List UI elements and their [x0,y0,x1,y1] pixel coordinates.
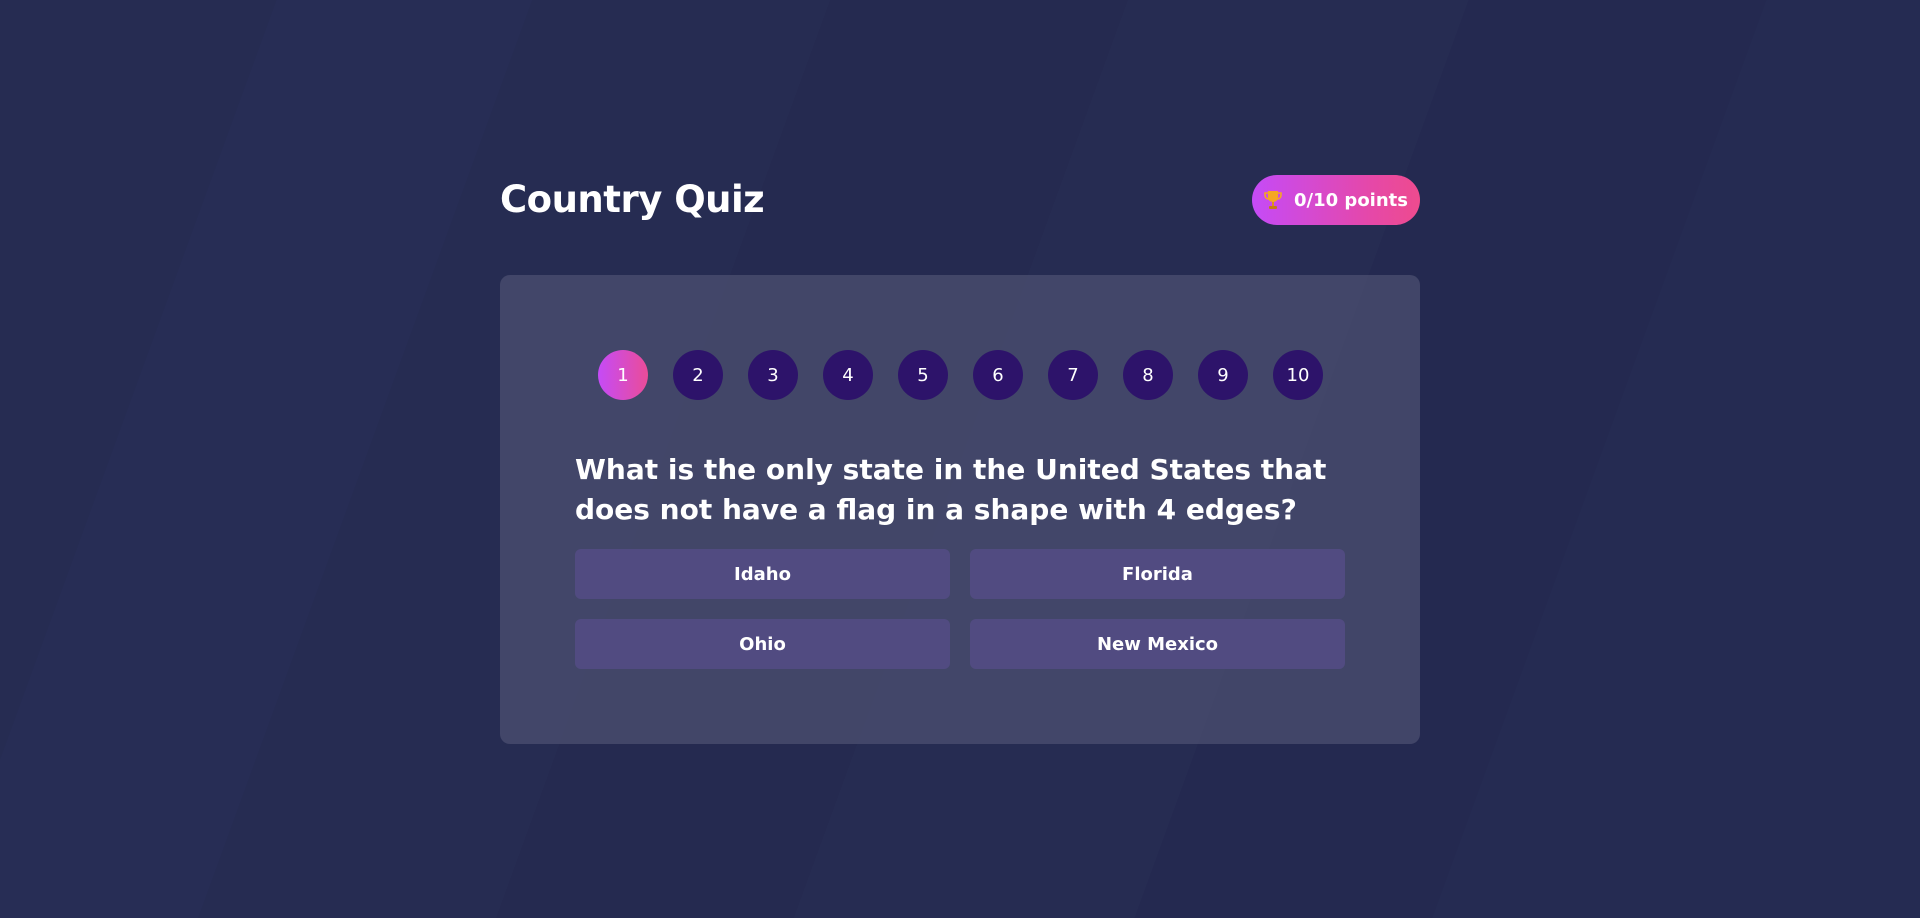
step-2[interactable]: 2 [673,350,723,400]
answer-button-ohio[interactable]: Ohio [575,619,950,669]
answer-button-florida[interactable]: Florida [970,549,1345,599]
step-5[interactable]: 5 [898,350,948,400]
step-9[interactable]: 9 [1198,350,1248,400]
question-text: What is the only state in the United Sta… [575,453,1327,526]
step-7[interactable]: 7 [1048,350,1098,400]
header: Country Quiz 0/10 points [500,175,1420,225]
points-label: 0/10 points [1294,189,1408,211]
step-8[interactable]: 8 [1123,350,1173,400]
step-10[interactable]: 10 [1273,350,1323,400]
answer-button-idaho[interactable]: Idaho [575,549,950,599]
answer-options: Idaho Florida Ohio New Mexico [575,549,1345,669]
step-3[interactable]: 3 [748,350,798,400]
trophy-icon [1264,191,1282,209]
step-4[interactable]: 4 [823,350,873,400]
question-card: 1 2 3 4 5 6 7 8 9 10 What is the only st… [500,275,1420,744]
step-1[interactable]: 1 [598,350,648,400]
points-badge: 0/10 points [1252,175,1420,225]
answer-button-new-mexico[interactable]: New Mexico [970,619,1345,669]
question-steps: 1 2 3 4 5 6 7 8 9 10 [598,350,1323,400]
page-title: Country Quiz [500,178,765,221]
step-6[interactable]: 6 [973,350,1023,400]
quiz-app: Country Quiz 0/10 points 1 2 3 4 5 6 7 8… [500,175,1420,744]
